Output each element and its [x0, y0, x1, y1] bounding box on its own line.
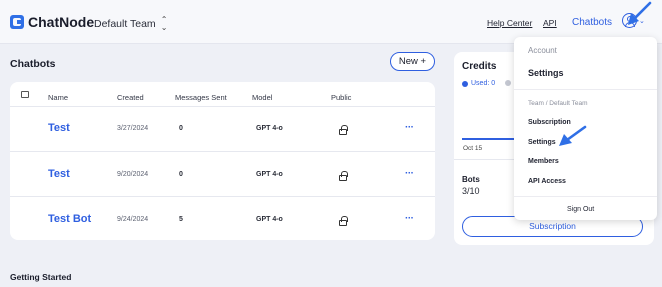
new-chatbot-button[interactable]: New +	[390, 52, 435, 71]
logo-mark-icon	[10, 15, 24, 29]
model-name: GPT 4-o	[256, 125, 283, 132]
menu-item-account-settings[interactable]: Settings	[528, 68, 564, 78]
chatbots-nav-link[interactable]: Chatbots	[572, 17, 612, 28]
messages-count: 0	[179, 171, 183, 178]
help-center-link[interactable]: Help Center	[487, 18, 532, 28]
table-image-icon	[21, 91, 29, 98]
menu-item-team-settings[interactable]: Settings	[528, 139, 556, 146]
lock-icon	[339, 171, 348, 181]
annotation-arrow-icon	[559, 125, 587, 146]
row-divider	[10, 106, 435, 107]
more-options-button[interactable]: ···	[405, 213, 414, 224]
model-name: GPT 4-o	[256, 171, 283, 178]
sign-out-button[interactable]: Sign Out	[567, 206, 594, 213]
getting-started-heading: Getting Started	[10, 272, 72, 282]
messages-count: 5	[179, 216, 183, 223]
lock-icon	[339, 125, 348, 135]
column-header-model: Model	[252, 93, 273, 102]
more-options-button[interactable]: ···	[405, 122, 414, 133]
used-legend-dot	[462, 80, 468, 87]
chevron-updown-icon: ⌃ ⌄	[160, 15, 168, 32]
team-section-header: Team / Default Team	[528, 100, 588, 107]
account-section-header: Account	[528, 46, 557, 55]
bots-count: 3/10	[462, 186, 480, 196]
api-link[interactable]: API	[543, 18, 557, 28]
column-header-name: Name	[48, 93, 69, 102]
menu-item-members[interactable]: Members	[528, 158, 559, 165]
row-divider	[10, 151, 435, 152]
more-options-button[interactable]: ···	[405, 168, 414, 179]
brand-name: ChatNode	[28, 14, 95, 30]
credits-used-label: Used: 0	[471, 80, 496, 87]
column-header-created: Created	[117, 93, 144, 102]
created-date: 9/24/2024	[117, 216, 149, 223]
credits-title: Credits	[462, 61, 497, 72]
chatnode-logo[interactable]: ChatNode	[10, 14, 94, 30]
chart-date-label: Oct 15	[463, 145, 483, 152]
column-header-public: Public	[331, 93, 352, 102]
column-header-messages: Messages Sent	[175, 93, 227, 102]
row-divider	[10, 196, 435, 197]
team-selector[interactable]: Default Team ⌃ ⌄	[94, 16, 167, 32]
created-date: 3/27/2024	[117, 125, 149, 132]
chatbots-section-title: Chatbots	[10, 58, 56, 70]
created-date: 9/20/2024	[117, 171, 149, 178]
lock-icon	[339, 216, 348, 226]
credits-used-legend: Used: 0	[462, 80, 495, 87]
chatbot-name-link[interactable]: Test	[48, 168, 70, 180]
credits-chart-line	[462, 138, 514, 140]
messages-count: 0	[179, 125, 183, 132]
menu-divider	[514, 89, 657, 90]
team-name: Default Team	[94, 18, 156, 30]
menu-item-api-access[interactable]: API Access	[528, 178, 566, 185]
bots-title: Bots	[462, 175, 480, 184]
model-name: GPT 4-o	[256, 216, 283, 223]
annotation-arrow-icon	[628, 1, 652, 25]
remaining-legend-dot	[505, 80, 511, 86]
chatbot-name-link[interactable]: Test	[48, 122, 70, 134]
menu-divider	[514, 196, 657, 197]
chatbot-name-link[interactable]: Test Bot	[48, 213, 91, 225]
